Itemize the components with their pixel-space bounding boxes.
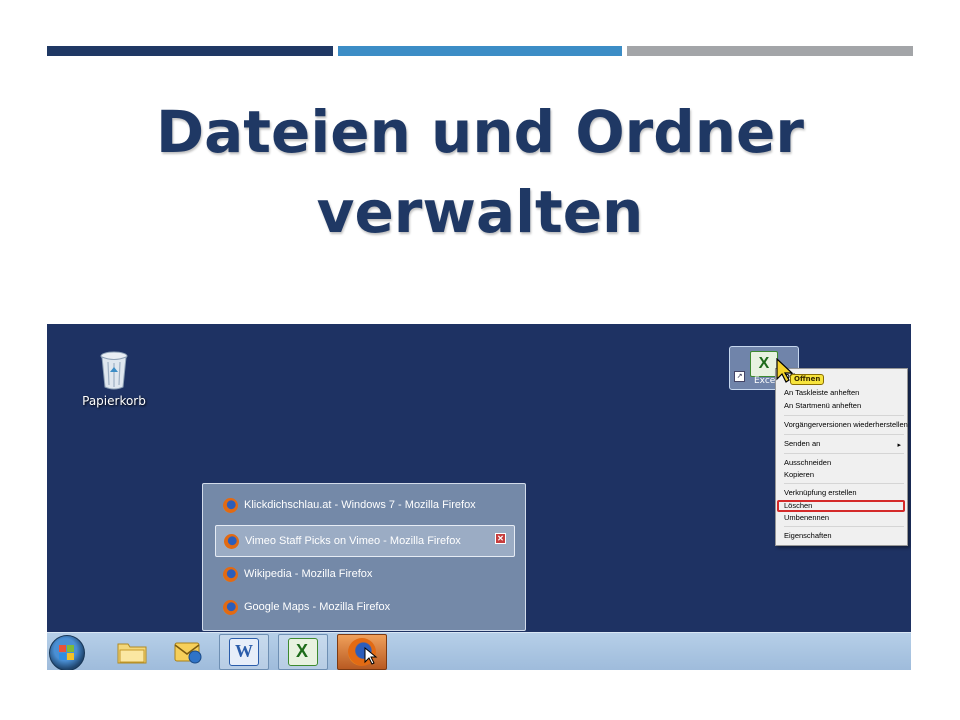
ctx-separator (784, 526, 904, 527)
accent-bar-blue (338, 46, 622, 56)
preview-item[interactable]: Google Maps - Mozilla Firefox (215, 594, 515, 620)
start-button[interactable] (49, 635, 85, 670)
ctx-separator (784, 434, 904, 435)
mouse-cursor-icon (364, 647, 378, 665)
close-icon[interactable]: ✕ (495, 533, 506, 544)
taskbar-firefox-button[interactable] (337, 634, 387, 670)
ctx-cut[interactable]: Ausschneiden (784, 457, 831, 469)
taskbar: W X (47, 632, 911, 670)
taskbar-outlook-button[interactable] (163, 634, 213, 670)
ctx-send-to[interactable]: Senden an (784, 438, 820, 450)
taskbar-word-button[interactable]: W (219, 634, 269, 670)
firefox-icon (223, 566, 238, 582)
recycle-bin-icon (100, 351, 128, 390)
ctx-create-shortcut[interactable]: Verknüpfung erstellen (784, 487, 857, 499)
firefox-icon (223, 497, 238, 513)
ctx-properties[interactable]: Eigenschaften (784, 530, 832, 542)
preview-item-label: Google Maps - Mozilla Firefox (244, 601, 391, 613)
ctx-rename[interactable]: Umbenennen (784, 512, 829, 524)
ctx-copy[interactable]: Kopieren (784, 469, 814, 481)
delete-highlight-frame (777, 500, 905, 512)
recycle-bin-shortcut[interactable]: Papierkorb (79, 350, 149, 408)
cursor-badge: Offnen (790, 374, 825, 385)
windows-logo-icon (59, 645, 75, 661)
firefox-icon (224, 533, 239, 549)
outlook-icon (174, 642, 202, 664)
firefox-icon (223, 599, 238, 615)
excel-icon: X (288, 638, 318, 666)
ctx-separator (784, 453, 904, 454)
accent-bar-navy (47, 46, 333, 56)
ctx-separator (784, 415, 904, 416)
recycle-bin-label: Papierkorb (82, 394, 146, 408)
preview-item-active[interactable]: Vimeo Staff Picks on Vimeo - Mozilla Fir… (215, 525, 515, 557)
taskbar-excel-button[interactable]: X (278, 634, 328, 670)
preview-item[interactable]: Wikipedia - Mozilla Firefox (215, 561, 515, 587)
firefox-window-preview: Klickdichschlau.at - Windows 7 - Mozilla… (202, 483, 526, 631)
ctx-separator (784, 483, 904, 484)
preview-item-label: Vimeo Staff Picks on Vimeo - Mozilla Fir… (245, 535, 461, 547)
ctx-restore-versions[interactable]: Vorgängerversionen wiederherstellen (784, 419, 908, 431)
ctx-pin-taskbar[interactable]: An Taskleiste anheften (784, 387, 859, 399)
preview-item-label: Klickdichschlau.at - Windows 7 - Mozilla… (244, 499, 476, 511)
slide-title: Dateien und Ordner verwalten (0, 92, 960, 252)
slide-title-line2: verwalten (316, 178, 644, 246)
submenu-arrow-icon: ▸ (897, 442, 901, 449)
desktop-screenshot: Papierkorb X ↗ Excel Öffnen An Taskleist… (47, 324, 911, 670)
word-icon: W (229, 638, 259, 666)
preview-item[interactable]: Klickdichschlau.at - Windows 7 - Mozilla… (215, 492, 515, 518)
taskbar-explorer-button[interactable] (107, 634, 157, 670)
accent-bar-gray (627, 46, 913, 56)
ctx-pin-startmenu[interactable]: An Startmenü anheften (784, 400, 861, 412)
excel-icon: X (750, 351, 778, 377)
preview-item-label: Wikipedia - Mozilla Firefox (244, 568, 373, 580)
folder-icon (117, 643, 147, 664)
context-menu: Öffnen An Taskleiste anheften An Startme… (775, 368, 908, 546)
shortcut-arrow-icon: ↗ (734, 371, 745, 382)
slide-title-line1: Dateien und Ordner (156, 98, 804, 166)
